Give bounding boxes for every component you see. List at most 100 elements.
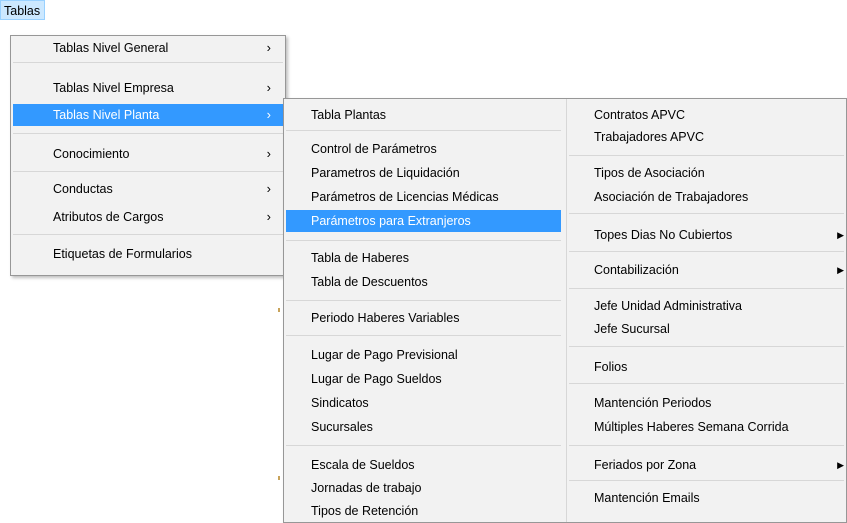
- menu-separator: [569, 288, 844, 289]
- chevron-right-icon: ›: [266, 209, 271, 224]
- menu-item-contratos-apvc[interactable]: Contratos APVC: [569, 104, 844, 126]
- menu-item-sucursales[interactable]: Sucursales: [286, 416, 561, 438]
- menu-separator: [569, 445, 844, 446]
- menu-item-label: Folios: [594, 360, 628, 374]
- menu-item-label: Mantención Periodos: [594, 396, 712, 410]
- menu-item-folios[interactable]: Folios: [569, 356, 844, 378]
- menu-item-label: Periodo Haberes Variables: [311, 311, 460, 325]
- menu-item-label: Tabla de Haberes: [311, 251, 409, 265]
- menu-separator: [13, 62, 283, 63]
- menu-item-asociacion-de-trabajadores[interactable]: Asociación de Trabajadores: [569, 186, 844, 208]
- menu-item-multiples-haberes-semana-corrida[interactable]: Múltiples Haberes Semana Corrida: [569, 416, 844, 438]
- menu-separator: [569, 346, 844, 347]
- menu-item-label: Parametros de Liquidación: [311, 166, 460, 180]
- menu-item-sindicatos[interactable]: Sindicatos: [286, 392, 561, 414]
- submenu-triangle-icon: ▶: [837, 265, 844, 275]
- menu-item-escala-de-sueldos[interactable]: Escala de Sueldos: [286, 454, 561, 476]
- menu-item-periodo-haberes-variables[interactable]: Periodo Haberes Variables: [286, 307, 561, 329]
- menu-item-jefe-sucursal[interactable]: Jefe Sucursal: [569, 318, 844, 340]
- menu-item-conductas[interactable]: Conductas ›: [13, 178, 283, 200]
- menu-item-tipos-de-asociacion[interactable]: Tipos de Asociación: [569, 162, 844, 184]
- menu-item-tabla-plantas[interactable]: Tabla Plantas: [286, 104, 561, 126]
- menu-item-label: Parámetros de Licencias Médicas: [311, 190, 499, 204]
- menu-item-label: Mantención Emails: [594, 491, 700, 505]
- menu-item-lugar-de-pago-sueldos[interactable]: Lugar de Pago Sueldos: [286, 368, 561, 390]
- menu-item-label: Parámetros para Extranjeros: [311, 214, 471, 228]
- menu-item-label: Contabilización: [594, 263, 679, 277]
- menu-item-label: Jefe Unidad Administrativa: [594, 299, 742, 313]
- chevron-right-icon: ›: [266, 80, 271, 95]
- menu-item-label: Tabla Plantas: [311, 108, 387, 122]
- menu-item-atributos-de-cargos[interactable]: Atributos de Cargos ›: [13, 206, 283, 228]
- menu-item-topes-dias-no-cubiertos[interactable]: Topes Dias No Cubiertos ▶: [569, 224, 844, 246]
- menu-item-label: Control de Parámetros: [311, 142, 437, 156]
- menu-item-lugar-de-pago-previsional[interactable]: Lugar de Pago Previsional: [286, 344, 561, 366]
- menu-item-label: Lugar de Pago Previsional: [311, 348, 458, 362]
- menu-separator: [286, 335, 561, 336]
- menu-item-parametros-para-extranjeros[interactable]: Parámetros para Extranjeros: [286, 210, 561, 232]
- menu-item-label: Tabla de Descuentos: [311, 275, 428, 289]
- menu-separator: [286, 240, 561, 241]
- menu-item-label: Tablas Nivel General: [53, 41, 169, 55]
- tablas-dropdown: Tablas Nivel General › Tablas Nivel Empr…: [10, 35, 286, 276]
- menu-separator: [569, 213, 844, 214]
- menu-item-tabla-de-descuentos[interactable]: Tabla de Descuentos: [286, 271, 561, 293]
- menu-item-etiquetas-de-formularios[interactable]: Etiquetas de Formularios: [13, 243, 283, 265]
- menu-item-feriados-por-zona[interactable]: Feriados por Zona ▶: [569, 454, 844, 476]
- submenu-triangle-icon: ▶: [837, 230, 844, 240]
- menu-item-label: Jornadas de trabajo: [311, 481, 422, 495]
- chevron-right-icon: ›: [266, 107, 271, 122]
- menu-separator: [569, 251, 844, 252]
- menu-item-tablas-nivel-planta[interactable]: Tablas Nivel Planta ›: [13, 104, 283, 126]
- menu-item-label: Contratos APVC: [594, 108, 686, 122]
- menu-item-label: Topes Dias No Cubiertos: [594, 228, 733, 242]
- menu-item-tablas-nivel-general[interactable]: Tablas Nivel General ›: [13, 37, 283, 59]
- menu-item-label: Sucursales: [311, 420, 373, 434]
- menu-separator: [13, 171, 283, 172]
- menu-separator: [13, 234, 283, 235]
- menu-item-tipos-de-retencion[interactable]: Tipos de Retención: [286, 500, 561, 522]
- background-artifact: [278, 476, 280, 480]
- menu-item-trabajadores-apvc[interactable]: Trabajadores APVC: [569, 126, 844, 148]
- background-artifact: [278, 308, 280, 312]
- menu-item-label: Etiquetas de Formularios: [53, 247, 192, 261]
- menu-bar: Tablas: [0, 0, 847, 20]
- menu-separator: [286, 130, 561, 131]
- chevron-right-icon: ›: [266, 146, 271, 161]
- menu-separator: [286, 445, 561, 446]
- menu-item-control-de-parametros[interactable]: Control de Parámetros: [286, 138, 561, 160]
- menu-item-jornadas-de-trabajo[interactable]: Jornadas de trabajo: [286, 477, 561, 499]
- menu-tablas[interactable]: Tablas: [0, 0, 46, 20]
- menu-item-tabla-de-haberes[interactable]: Tabla de Haberes: [286, 247, 561, 269]
- menu-item-jefe-unidad-administrativa[interactable]: Jefe Unidad Administrativa: [569, 295, 844, 317]
- menu-item-label: Atributos de Cargos: [53, 210, 164, 224]
- menu-item-label: Feriados por Zona: [594, 458, 697, 472]
- menu-item-label: Jefe Sucursal: [594, 322, 670, 336]
- menu-item-label: Tablas Nivel Empresa: [53, 81, 174, 95]
- menu-item-parametros-licencias-medicas[interactable]: Parámetros de Licencias Médicas: [286, 186, 561, 208]
- menu-separator: [569, 155, 844, 156]
- menu-item-label: Lugar de Pago Sueldos: [311, 372, 442, 386]
- menu-item-label: Tablas Nivel Planta: [53, 108, 160, 122]
- menu-separator: [13, 133, 283, 134]
- column-divider: [566, 99, 567, 522]
- menu-item-mantencion-periodos[interactable]: Mantención Periodos: [569, 392, 844, 414]
- submenu-triangle-icon: ▶: [837, 460, 844, 470]
- menu-item-tablas-nivel-empresa[interactable]: Tablas Nivel Empresa ›: [13, 77, 283, 99]
- chevron-right-icon: ›: [266, 181, 271, 196]
- menu-item-label: Conductas: [53, 182, 113, 196]
- tablas-nivel-planta-submenu: Tabla Plantas Control de Parámetros Para…: [283, 98, 847, 523]
- menu-item-label: Tipos de Retención: [311, 504, 419, 518]
- menu-separator: [286, 300, 561, 301]
- menu-item-contabilizacion[interactable]: Contabilización ▶: [569, 259, 844, 281]
- menu-item-label: Asociación de Trabajadores: [594, 190, 749, 204]
- menu-separator: [569, 480, 844, 481]
- menu-item-conocimiento[interactable]: Conocimiento ›: [13, 143, 283, 165]
- menu-item-label: Tipos de Asociación: [594, 166, 705, 180]
- menu-separator: [569, 383, 844, 384]
- menu-item-parametros-de-liquidacion[interactable]: Parametros de Liquidación: [286, 162, 561, 184]
- menu-item-label: Escala de Sueldos: [311, 458, 415, 472]
- menu-item-label: Conocimiento: [53, 147, 130, 161]
- menu-item-label: Múltiples Haberes Semana Corrida: [594, 420, 789, 434]
- menu-item-mantencion-emails[interactable]: Mantención Emails: [569, 487, 844, 509]
